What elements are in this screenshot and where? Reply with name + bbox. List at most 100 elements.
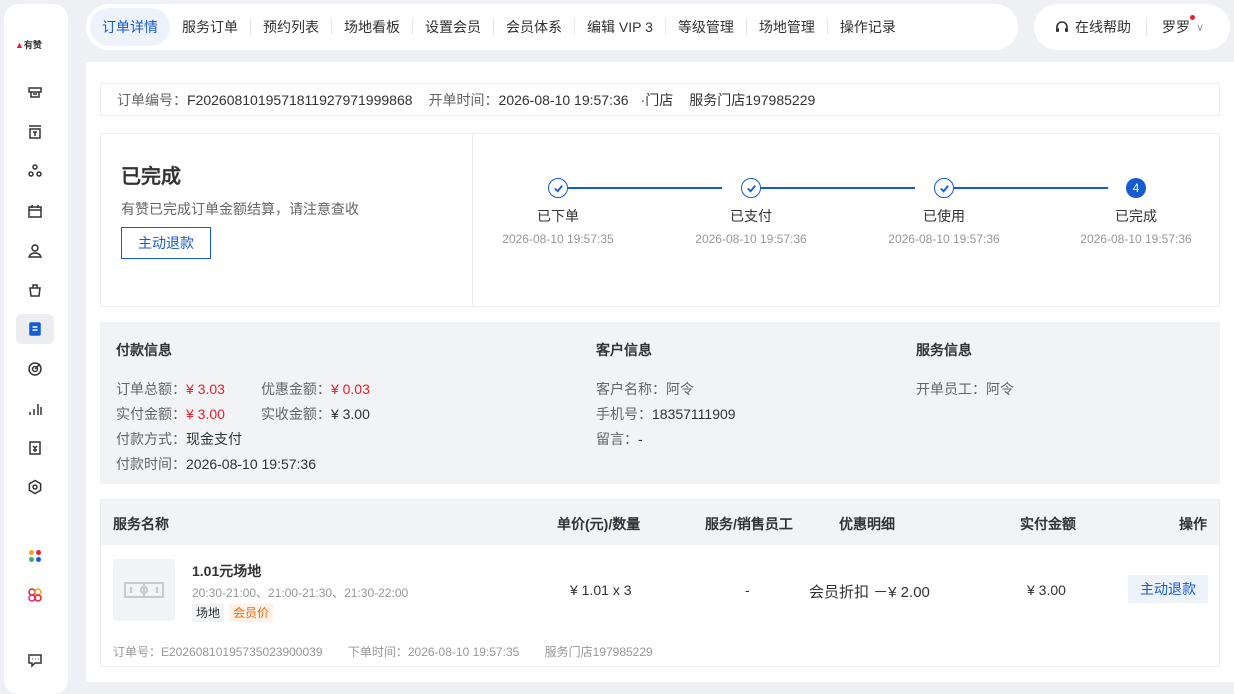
paid-amount-cell: ¥ 3.00 (1027, 582, 1066, 598)
tab-order-detail[interactable]: 订单详情 (90, 8, 170, 46)
order-summary-bar: 订单编号： F2026081019571811927971999868 开单时间… (100, 83, 1220, 116)
headset-icon (1056, 21, 1068, 32)
check-icon (934, 178, 954, 198)
col-price: 单价(元)/数量 (557, 516, 641, 532)
row-footer: 订单号：E20260810195735023900039 下单时间：2026-0… (113, 643, 675, 660)
tab-venue-board[interactable]: 场地看板 (332, 8, 412, 46)
row-refund-button[interactable]: 主动退款 (1128, 575, 1208, 603)
header-divider (1146, 18, 1147, 36)
received-label: 实收金额： (260, 406, 331, 422)
finance-icon[interactable] (16, 433, 54, 463)
order-channel: ·门店 (640, 91, 674, 108)
shop-icon[interactable] (16, 117, 54, 147)
step-used: 已使用 2026-08-10 19:57:36 (874, 178, 1014, 246)
tab-bookings[interactable]: 预约列表 (251, 8, 331, 46)
service-table: 服务名称 单价(元)/数量 服务/销售员工 优惠明细 实付金额 操作 1.01元… (100, 499, 1220, 667)
service-name: 1.01元场地 (192, 563, 262, 579)
goods-icon[interactable] (16, 156, 54, 186)
discount-amount: ¥ 0.03 (330, 381, 370, 397)
step-name: 已支付 (730, 208, 772, 224)
col-paid: 实付金额 (1020, 516, 1076, 532)
user-name: 罗罗 (1162, 19, 1190, 35)
order-staff: 阿令 (986, 381, 1014, 397)
tab-level-management[interactable]: 等级管理 (666, 8, 746, 46)
order-time-label: 开单时间： (428, 91, 499, 108)
data-icon[interactable] (16, 394, 54, 424)
tab-operation-log[interactable]: 操作记录 (828, 8, 908, 46)
refund-button[interactable]: 主动退款 (121, 227, 211, 259)
step-name: 已下单 (537, 208, 579, 224)
customer-phone: 18357111909 (652, 406, 736, 422)
received-amount: ¥ 3.00 (330, 406, 370, 422)
tab-service-orders[interactable]: 服务订单 (170, 8, 250, 46)
bag-icon[interactable] (16, 275, 54, 305)
discount-label: 优惠金额： (260, 381, 331, 397)
customer-info: 客户信息 客户名称：阿令 手机号：18357111909 留言：- (596, 340, 736, 452)
notification-dot (1190, 15, 1195, 20)
progress-steps: 已下单 2026-08-10 19:57:35 已支付 2026-08-10 1… (474, 134, 1219, 306)
payment-info-title: 付款信息 (116, 342, 172, 358)
customer-name: 阿令 (666, 381, 694, 397)
sales-staff: - (745, 582, 750, 598)
sub-order-no: 订单号：E20260810195735023900039 (113, 645, 323, 659)
status-description: 有赞已完成订单金额结算，请注意查收 (121, 201, 359, 217)
order-no: F2026081019571811927971999868 (187, 91, 413, 108)
chat-icon[interactable] (16, 645, 54, 675)
step-time: 2026-08-10 19:57:36 (1080, 232, 1192, 246)
step-time: 2026-08-10 19:57:36 (888, 232, 1000, 246)
calendar-icon[interactable] (16, 196, 54, 226)
help-label: 在线帮助 (1075, 19, 1131, 35)
unit-price-qty: ¥ 1.01 x 3 (570, 582, 632, 598)
phone-label: 手机号： (596, 406, 652, 422)
step-number: 4 (1126, 178, 1146, 198)
status-summary: 已完成 有赞已完成订单金额结算，请注意查收 主动退款 (101, 134, 473, 306)
payment-method: 现金支付 (186, 431, 242, 447)
order-time: 2026-08-10 19:57:36 (498, 91, 629, 108)
status-title: 已完成 (121, 166, 181, 188)
brand-logo[interactable]: ▲有赞 (15, 38, 42, 51)
discount-detail: 会员折扣 －¥ 2.00 (809, 584, 930, 601)
service-info: 服务信息 开单员工：阿令 (916, 340, 1014, 402)
paid-amount: ¥ 3.00 (186, 406, 225, 422)
step-ordered: 已下单 2026-08-10 19:57:35 (488, 178, 628, 246)
service-info-title: 服务信息 (916, 342, 972, 358)
tab-venue-management[interactable]: 场地管理 (747, 8, 827, 46)
table-header: 服务名称 单价(元)/数量 服务/销售员工 优惠明细 实付金额 操作 (101, 500, 1219, 545)
order-store: 服务门店197985229 (689, 91, 816, 108)
col-service-name: 服务名称 (113, 516, 169, 532)
order-icon[interactable] (16, 314, 54, 344)
tab-edit-vip[interactable]: 编辑 VIP 3 (575, 8, 665, 46)
step-completed: 4 已完成 2026-08-10 19:57:36 (1066, 178, 1206, 246)
marketing-icon[interactable] (16, 354, 54, 384)
tab-member-system[interactable]: 会员体系 (494, 8, 574, 46)
header-actions: 在线帮助 罗罗 ∨ (1034, 4, 1230, 50)
table-row: 1.01元场地 20:30-21:00、21:00-21:30、21:30-22… (101, 545, 1219, 635)
step-time: 2026-08-10 19:57:35 (502, 232, 614, 246)
chevron-down-icon: ∨ (1196, 21, 1205, 34)
col-staff: 服务/销售员工 (705, 516, 793, 532)
customer-note: - (638, 431, 643, 447)
member-price-tag: 会员价 (229, 604, 274, 622)
online-help-button[interactable]: 在线帮助 (1054, 17, 1131, 37)
court-icon (124, 582, 164, 598)
venue-thumbnail (113, 559, 175, 621)
tab-set-member[interactable]: 设置会员 (413, 8, 493, 46)
order-detail-page: 订单编号： F2026081019571811927971999868 开单时间… (86, 62, 1234, 682)
step-paid: 已支付 2026-08-10 19:57:36 (681, 178, 821, 246)
check-icon (548, 178, 568, 198)
sub-order-store: 服务门店197985229 (544, 645, 653, 659)
check-icon (741, 178, 761, 198)
staff-label: 开单员工： (916, 381, 986, 397)
customer-info-title: 客户信息 (596, 342, 652, 358)
settings-icon[interactable] (16, 472, 54, 502)
payment-time: 2026-08-10 19:57:36 (186, 456, 316, 472)
order-no-label: 订单编号： (117, 91, 187, 108)
apps-icon[interactable] (16, 541, 54, 571)
store-icon[interactable] (16, 78, 54, 108)
step-time: 2026-08-10 19:57:36 (695, 232, 807, 246)
venue-tag: 场地 (192, 604, 225, 622)
step-name: 已完成 (1115, 208, 1157, 224)
user-menu[interactable]: 罗罗 ∨ (1162, 15, 1205, 37)
plugins-icon[interactable] (16, 580, 54, 610)
customer-icon[interactable] (16, 236, 54, 266)
